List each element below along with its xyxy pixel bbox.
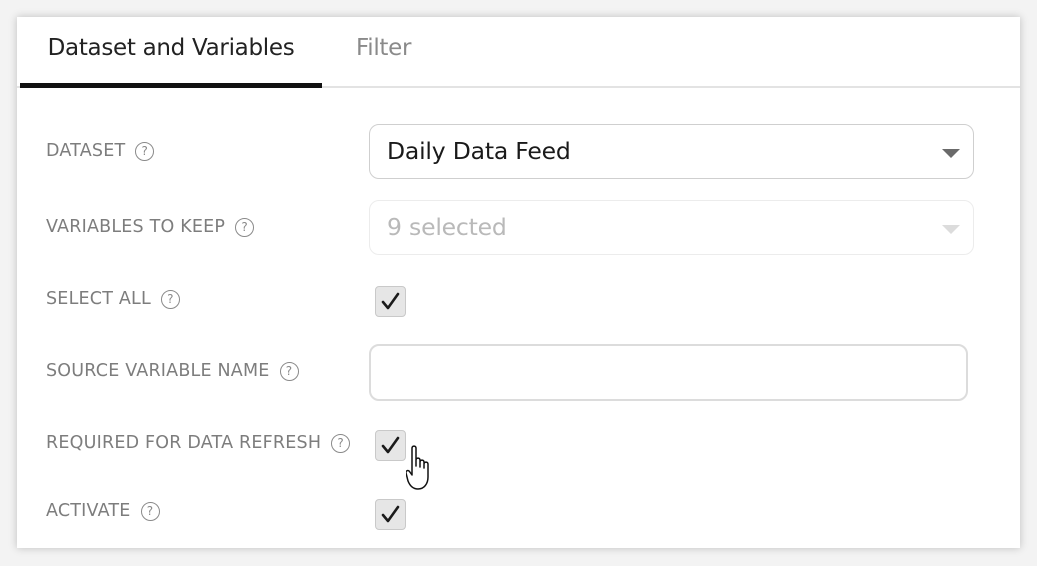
dataset-label: DATASET: [46, 141, 126, 161]
dataset-row-label: DATASET ?: [46, 137, 155, 165]
source-variable-name-row-label: SOURCE VARIABLE NAME ?: [46, 357, 299, 385]
activate-row-label: ACTIVATE ?: [46, 497, 160, 525]
dataset-select[interactable]: Daily Data Feed: [369, 124, 974, 179]
select-all-label: SELECT ALL: [46, 289, 151, 309]
variables-to-keep-value: 9 selected: [387, 213, 507, 241]
help-icon[interactable]: ?: [331, 433, 351, 453]
help-icon[interactable]: ?: [160, 289, 180, 309]
required-for-data-refresh-row-label: REQUIRED FOR DATA REFRESH ?: [46, 429, 351, 457]
activate-checkbox[interactable]: [375, 499, 406, 530]
help-icon[interactable]: ?: [135, 141, 155, 161]
checkmark-icon: [381, 292, 400, 310]
source-variable-name-label: SOURCE VARIABLE NAME: [46, 361, 270, 381]
caret-down-icon: [942, 225, 960, 234]
checkmark-icon: [381, 436, 400, 454]
help-icon[interactable]: ?: [140, 501, 160, 521]
activate-label: ACTIVATE: [46, 501, 131, 521]
select-all-row-label: SELECT ALL ?: [46, 285, 180, 313]
tab-dataset-and-variables[interactable]: Dataset and Variables: [20, 17, 322, 88]
hand-pointer-cursor-icon: [406, 445, 429, 490]
select-all-checkbox[interactable]: [375, 286, 406, 317]
tab-filter[interactable]: Filter: [356, 17, 411, 86]
help-icon[interactable]: ?: [279, 361, 299, 381]
variables-to-keep-label: VARIABLES TO KEEP: [46, 217, 226, 237]
dataset-select-value: Daily Data Feed: [387, 137, 571, 165]
tab-bar: Dataset and Variables Filter: [17, 17, 1020, 88]
variables-to-keep-row-label: VARIABLES TO KEEP ?: [46, 213, 255, 241]
help-icon[interactable]: ?: [235, 217, 255, 237]
variables-to-keep-select[interactable]: 9 selected: [369, 200, 974, 255]
required-for-data-refresh-checkbox[interactable]: [375, 430, 406, 461]
source-variable-name-input[interactable]: [369, 344, 968, 401]
checkmark-icon: [381, 505, 400, 523]
required-for-data-refresh-label: REQUIRED FOR DATA REFRESH: [46, 433, 322, 453]
settings-panel: Dataset and Variables Filter DATASET ? D…: [17, 17, 1020, 548]
caret-down-icon: [942, 149, 960, 158]
